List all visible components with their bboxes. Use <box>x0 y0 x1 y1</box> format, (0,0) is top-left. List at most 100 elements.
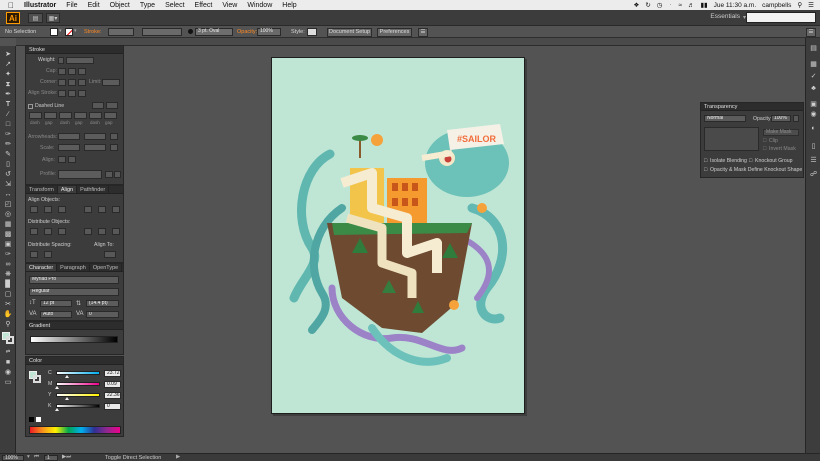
menu-edit[interactable]: Edit <box>83 2 105 9</box>
color-spectrum[interactable] <box>29 426 121 434</box>
next-artboard-icon[interactable]: ▶⏭ <box>62 454 71 461</box>
transparency-panel-tab[interactable]: Transparency <box>701 103 803 111</box>
menu-object[interactable]: Object <box>105 2 135 9</box>
channel-k-thumb[interactable] <box>55 408 59 411</box>
artboard[interactable]: #SAILOR <box>271 57 525 414</box>
gap-field-3[interactable] <box>104 112 117 119</box>
menu-file[interactable]: File <box>61 2 82 9</box>
dropbox-icon[interactable]: ❖ <box>634 1 640 9</box>
stroke-panel-tab[interactable]: Stroke <box>26 46 123 54</box>
channel-k-field[interactable]: 0 <box>104 403 121 410</box>
projecting-cap-button[interactable] <box>78 68 86 75</box>
rotate-tool-icon[interactable]: ↺ <box>3 170 13 178</box>
dash-field-3[interactable] <box>89 112 102 119</box>
document-setup-button[interactable]: Document Setup <box>327 27 372 37</box>
variable-width-profile[interactable] <box>142 28 182 36</box>
channel-m-slider[interactable] <box>56 382 100 386</box>
dash-preserve-button[interactable] <box>92 102 104 109</box>
stroke-chevron-icon[interactable]: ▾ <box>74 28 77 34</box>
align-center-stroke-button[interactable] <box>58 90 66 97</box>
dash-field-1[interactable] <box>29 112 42 119</box>
weight-stepper[interactable] <box>58 57 64 64</box>
mesh-tool-icon[interactable]: ▩ <box>3 230 13 238</box>
channel-m-thumb[interactable] <box>55 386 59 389</box>
brush-definition[interactable]: 3 pt. Oval <box>195 28 233 36</box>
width-tool-icon[interactable]: ↔ <box>3 190 13 198</box>
font-family-select[interactable]: Myriad Pro <box>29 276 119 284</box>
control-bar-menu-icon[interactable]: ☰ <box>418 27 428 37</box>
align-vertical-center-button[interactable] <box>98 206 106 213</box>
menu-help[interactable]: Help <box>277 2 301 9</box>
tab-pathfinder[interactable]: Pathfinder <box>77 186 110 193</box>
zoom-level-field[interactable]: 100% <box>2 455 24 461</box>
magic-wand-icon[interactable]: ✦ <box>3 70 13 78</box>
arrange-documents-button[interactable]: ▦▾ <box>46 13 60 23</box>
dash-field-2[interactable] <box>59 112 72 119</box>
search-input[interactable] <box>746 12 816 23</box>
align-bottom-button[interactable] <box>112 206 120 213</box>
opacity-field[interactable]: 100% <box>257 28 281 36</box>
gap-field-1[interactable] <box>44 112 57 119</box>
distribute-hspace-button[interactable] <box>44 251 52 258</box>
sync-icon[interactable]: ↻ <box>645 1 650 9</box>
tab-transform[interactable]: Transform <box>26 186 58 193</box>
tab-align[interactable]: Align <box>57 186 78 193</box>
align-outside-stroke-button[interactable] <box>78 90 86 97</box>
channel-c-thumb[interactable] <box>65 375 69 378</box>
arrow-scale-end-field[interactable] <box>84 144 106 151</box>
spotlight-icon[interactable]: ⚲ <box>797 1 802 9</box>
color-stroke-swatch[interactable] <box>33 375 41 383</box>
opacity-slider-toggle[interactable] <box>793 115 799 122</box>
align-horizontal-center-button[interactable] <box>44 206 52 213</box>
white-swatch[interactable] <box>36 417 41 422</box>
round-cap-button[interactable] <box>68 68 76 75</box>
channel-y-field[interactable]: 22.36 <box>104 392 121 399</box>
font-style-select[interactable]: Regular <box>29 288 119 296</box>
transparency-icon[interactable]: ◐ <box>809 124 818 132</box>
channel-y-thumb[interactable] <box>65 397 69 400</box>
distribute-left-button[interactable] <box>84 228 92 235</box>
screen-mode-icon[interactable]: ▭ <box>3 378 13 386</box>
hand-tool-icon[interactable]: ✋ <box>3 310 13 318</box>
pen-tool-icon[interactable]: ✒ <box>3 90 13 98</box>
clip-checkbox[interactable]: □ <box>763 138 766 144</box>
menubar-user[interactable]: campbells <box>762 2 791 9</box>
first-artboard-icon[interactable]: ⏮ <box>34 454 39 461</box>
swap-arrowheads-button[interactable] <box>110 133 118 140</box>
notification-icon[interactable]: ☰ <box>808 1 814 9</box>
opacity-label[interactable]: Opacity: <box>237 29 257 35</box>
flip-across-button[interactable] <box>114 171 121 178</box>
pencil-icon[interactable]: ✏ <box>3 140 13 148</box>
blob-brush-icon[interactable]: ✎ <box>3 150 13 158</box>
perspective-grid-icon[interactable]: ▦ <box>3 220 13 228</box>
slice-tool-icon[interactable]: ✂ <box>3 300 13 308</box>
stroke-weight-field[interactable] <box>108 28 134 36</box>
swatches-icon[interactable]: ▦ <box>809 60 818 68</box>
limit-field[interactable] <box>102 79 120 86</box>
artboard-tool-icon[interactable]: ▢ <box>3 290 13 298</box>
distribute-top-button[interactable] <box>30 228 38 235</box>
stroke-color-swatch[interactable] <box>6 336 14 344</box>
menu-app-name[interactable]: Illustrator <box>19 2 61 9</box>
bridge-button[interactable]: ▤ <box>28 13 43 23</box>
bluetooth-icon[interactable]: ᛫ <box>668 2 672 9</box>
gradient-tool-icon[interactable]: ▣ <box>3 240 13 248</box>
color-guide-icon[interactable]: ▤ <box>809 44 818 52</box>
channel-k-slider[interactable] <box>56 404 100 408</box>
paintbrush-icon[interactable]: ✑ <box>3 130 13 138</box>
transparency-opacity-field[interactable]: 100% <box>771 115 791 122</box>
symbols-icon[interactable]: ♣ <box>809 84 818 92</box>
volume-icon[interactable]: ♬ <box>688 2 695 9</box>
gradient-panel-tab[interactable]: Gradient <box>26 322 123 330</box>
preferences-button[interactable]: Preferences <box>377 27 412 37</box>
links-icon[interactable]: ☍ <box>809 170 818 178</box>
arrow-tip-beyond-button[interactable] <box>58 156 66 163</box>
rectangle-tool-icon[interactable]: □ <box>3 120 13 128</box>
stroke-swatch[interactable] <box>65 28 73 36</box>
layers-icon[interactable]: ☰ <box>809 156 818 164</box>
line-tool-icon[interactable]: ∕ <box>3 110 13 118</box>
distribute-vcenter-button[interactable] <box>44 228 52 235</box>
artboards-icon[interactable]: ▯ <box>809 142 818 150</box>
brushes-icon[interactable]: ✓ <box>809 72 818 80</box>
tracking-field[interactable]: 0 <box>86 311 119 318</box>
